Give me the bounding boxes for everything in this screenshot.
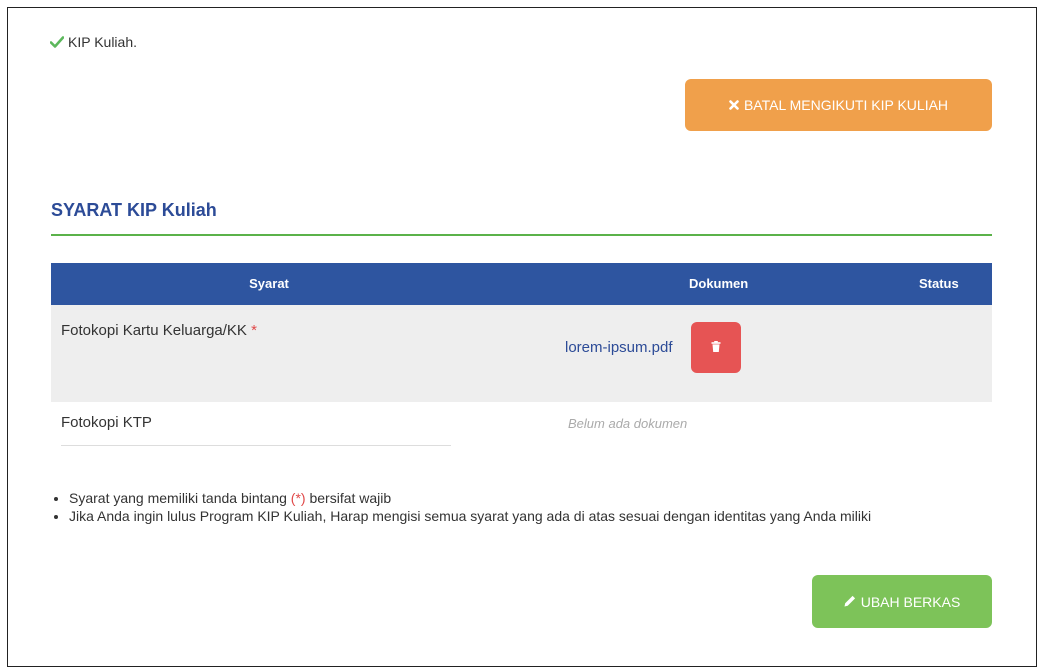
table-row: Fotokopi Kartu Keluarga/KK * lorem-ipsum… bbox=[51, 305, 992, 402]
section-title: SYARAT KIP Kuliah bbox=[51, 200, 217, 220]
row-divider bbox=[61, 445, 451, 446]
kip-status-label: KIP Kuliah. bbox=[68, 34, 138, 50]
requirement-name: Fotokopi KTP bbox=[61, 414, 152, 431]
required-mark: (*) bbox=[290, 490, 306, 506]
edit-files-button[interactable]: UBAH BERKAS bbox=[812, 575, 992, 628]
requirement-label: Fotokopi KTP bbox=[61, 414, 152, 431]
note-text: bersifat wajib bbox=[305, 490, 392, 506]
trash-icon bbox=[711, 339, 721, 357]
cancel-kip-button[interactable]: BATAL MENGIKUTI KIP KULIAH bbox=[685, 79, 992, 131]
note-item: Syarat yang memiliki tanda bintang (*) b… bbox=[69, 489, 979, 507]
document-link[interactable]: lorem-ipsum.pdf bbox=[565, 339, 673, 356]
header-status: Status bbox=[919, 276, 959, 291]
delete-document-button[interactable] bbox=[691, 322, 741, 373]
header-syarat: Syarat bbox=[249, 276, 289, 291]
note-item: Jika Anda ingin lulus Program KIP Kuliah… bbox=[69, 507, 979, 525]
note-text: Syarat yang memiliki tanda bintang bbox=[69, 490, 291, 506]
pencil-icon bbox=[844, 594, 856, 610]
table-header: Syarat Dokumen Status bbox=[51, 263, 992, 305]
requirements-table: Syarat Dokumen Status Fotokopi Kartu Kel… bbox=[51, 263, 992, 446]
header-dokumen: Dokumen bbox=[689, 276, 749, 291]
requirement-label: Fotokopi Kartu Keluarga/KK bbox=[61, 322, 247, 339]
section-divider bbox=[51, 234, 992, 236]
table-row: Fotokopi KTP Belum ada dokumen bbox=[51, 402, 992, 446]
no-document-text: Belum ada dokumen bbox=[568, 416, 688, 431]
kip-status: KIP Kuliah. bbox=[50, 34, 137, 50]
notes-list: Syarat yang memiliki tanda bintang (*) b… bbox=[49, 489, 979, 525]
requirement-name: Fotokopi Kartu Keluarga/KK * bbox=[61, 322, 257, 339]
edit-files-label: UBAH BERKAS bbox=[860, 593, 961, 610]
check-icon bbox=[50, 36, 64, 48]
times-icon bbox=[729, 97, 739, 113]
required-mark: * bbox=[251, 322, 257, 339]
cancel-kip-label: BATAL MENGIKUTI KIP KULIAH bbox=[743, 97, 949, 113]
